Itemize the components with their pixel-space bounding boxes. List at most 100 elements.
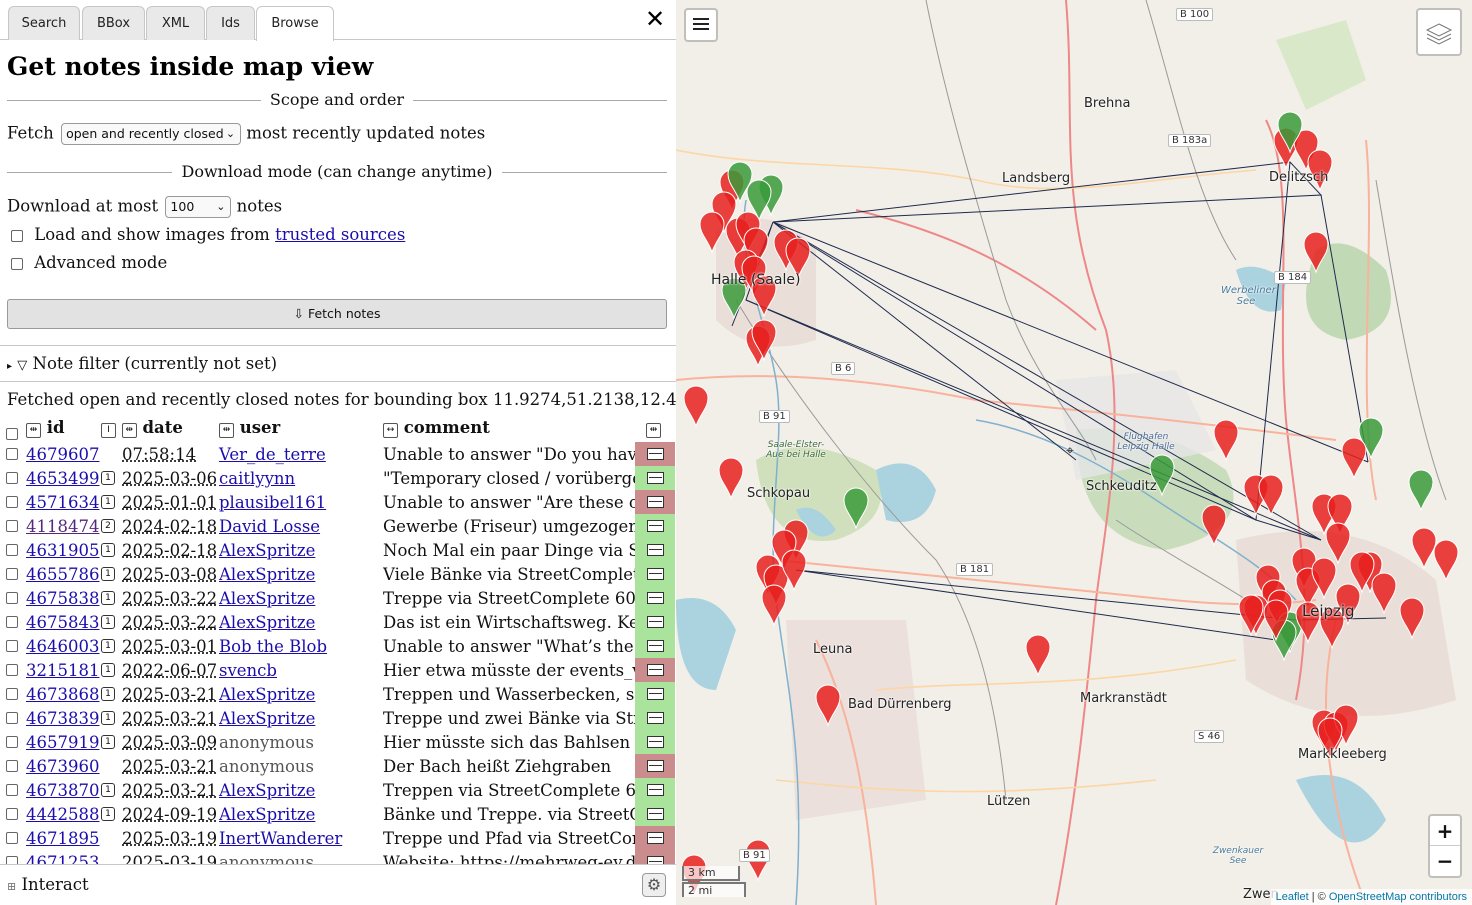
note-id-link[interactable]: 4671253	[26, 853, 100, 864]
note-status-cell[interactable]	[635, 490, 675, 514]
table-row[interactable]: 4442588 1 2024-09-19 AlexSpritze Bänke und T…	[0, 802, 676, 826]
fetch-scope-select[interactable]: open and recently closed ⌄	[61, 123, 242, 145]
zoom-out-button[interactable]: −	[1430, 846, 1460, 876]
osm-link[interactable]: OpenStreetMap contributors	[1329, 891, 1467, 903]
note-id-link[interactable]: 3215181	[26, 661, 100, 680]
open-note-marker[interactable]	[1411, 527, 1437, 570]
leaflet-link[interactable]: Leaflet	[1276, 891, 1309, 903]
note-id-link[interactable]: 4675843	[26, 613, 100, 632]
collapse-column-icon[interactable]: ⇹	[646, 423, 661, 438]
note-status-cell[interactable]	[635, 514, 675, 538]
note-user-link[interactable]: AlexSpritze	[219, 541, 315, 560]
note-status-cell[interactable]	[635, 562, 675, 586]
note-status-cell[interactable]	[635, 442, 675, 466]
closed-note-marker[interactable]	[1408, 469, 1434, 512]
expand-column-icon[interactable]: ↔	[383, 423, 398, 438]
table-row[interactable]: 4673870 1 2025-03-21 AlexSpritze Treppen via…	[0, 778, 676, 802]
row-checkbox[interactable]	[6, 712, 18, 724]
note-user-link[interactable]: David Losse	[219, 517, 320, 536]
trusted-sources-link[interactable]: trusted sources	[275, 225, 405, 244]
table-row[interactable]: 4571634 1 2025-01-01 plausibel161 Unable to …	[0, 490, 676, 514]
interact-summary[interactable]: ⊞ Interact	[7, 875, 89, 894]
expand-column-icon[interactable]: I	[101, 423, 116, 438]
fetch-notes-button[interactable]: ⇩ Fetch notes	[7, 299, 667, 329]
note-user-link[interactable]: AlexSpritze	[219, 685, 315, 704]
note-status-cell[interactable]	[635, 754, 675, 778]
tab-search[interactable]: Search	[8, 6, 80, 40]
download-limit-select[interactable]: 100 ⌄	[165, 196, 232, 218]
open-note-marker[interactable]	[761, 584, 787, 627]
note-status-cell[interactable]	[635, 634, 675, 658]
note-status-cell[interactable]	[635, 826, 675, 850]
row-checkbox[interactable]	[6, 856, 18, 864]
note-user-link[interactable]: AlexSpritze	[219, 805, 315, 824]
row-checkbox[interactable]	[6, 784, 18, 796]
row-checkbox[interactable]	[6, 592, 18, 604]
row-checkbox[interactable]	[6, 544, 18, 556]
collapse-column-icon[interactable]: ⇹	[121, 423, 137, 438]
menu-button[interactable]	[684, 8, 718, 42]
note-id-link[interactable]: 4673870	[26, 781, 100, 800]
note-status-cell[interactable]	[635, 706, 675, 730]
row-checkbox[interactable]	[6, 736, 18, 748]
advanced-mode-checkbox[interactable]	[11, 257, 23, 270]
map-view[interactable]: Brehna Landsberg Delitzsch Halle (Saale)…	[676, 0, 1472, 905]
table-row[interactable]: 3215181 1 2022-06-07 svencb Hier etwa müsste…	[0, 658, 676, 682]
table-row[interactable]: 4657919 1 2025-03-09 anonymous Hier müsste s…	[0, 730, 676, 754]
note-filter-summary[interactable]: ▸ ▽ Note filter (currently not set)	[7, 354, 277, 373]
open-note-marker[interactable]	[683, 385, 709, 428]
note-id-link[interactable]: 4657919	[26, 733, 100, 752]
note-user-link[interactable]: caitlyynn	[219, 469, 295, 488]
close-panel-button[interactable]: ✕	[644, 7, 666, 31]
note-status-cell[interactable]	[635, 778, 675, 802]
note-user-link[interactable]: plausibel161	[219, 493, 326, 512]
row-checkbox[interactable]	[6, 496, 18, 508]
select-all-checkbox[interactable]	[6, 423, 18, 442]
table-row[interactable]: 4646003 1 2025-03-01 Bob the Blob Unable to …	[0, 634, 676, 658]
note-user-link[interactable]: AlexSpritze	[219, 709, 315, 728]
note-user-link[interactable]: AlexSpritze	[219, 589, 315, 608]
note-user-link[interactable]: Bob the Blob	[219, 637, 327, 656]
table-row[interactable]: 4675838 1 2025-03-22 AlexSpritze Treppe via …	[0, 586, 676, 610]
row-checkbox[interactable]	[6, 640, 18, 652]
note-id-link[interactable]: 4646003	[26, 637, 100, 656]
open-note-marker[interactable]	[1201, 504, 1227, 547]
note-id-link[interactable]: 4118474	[26, 517, 100, 536]
note-id-link[interactable]: 4571634	[26, 493, 100, 512]
note-status-cell[interactable]	[635, 538, 675, 562]
note-user-link[interactable]: Ver_de_terre	[219, 445, 326, 464]
open-note-marker[interactable]	[1025, 634, 1051, 677]
open-note-marker[interactable]	[1433, 539, 1459, 582]
table-row[interactable]: 4671895 2025-03-19 InertWanderer Treppe und…	[0, 826, 676, 850]
table-row[interactable]: 4673839 1 2025-03-21 AlexSpritze Treppe und …	[0, 706, 676, 730]
images-checkbox[interactable]	[11, 229, 23, 242]
open-note-marker[interactable]	[1341, 437, 1367, 480]
tab-bbox[interactable]: BBox	[82, 6, 145, 40]
open-note-marker[interactable]	[1258, 474, 1284, 517]
layers-button[interactable]	[1416, 8, 1462, 56]
tab-xml[interactable]: XML	[146, 6, 205, 40]
note-user-link[interactable]: InertWanderer	[219, 829, 342, 848]
note-status-cell[interactable]	[635, 586, 675, 610]
table-row[interactable]: 4118474 2 2024-02-18 David Losse Gewerbe (Fr…	[0, 514, 676, 538]
table-row[interactable]: 4673960 2025-03-21 anonymous Der Bach heißt…	[0, 754, 676, 778]
note-id-link[interactable]: 4655786	[26, 565, 100, 584]
row-checkbox[interactable]	[6, 760, 18, 772]
note-id-link[interactable]: 4675838	[26, 589, 100, 608]
table-row[interactable]: 4675843 1 2025-03-22 AlexSpritze Das ist ein…	[0, 610, 676, 634]
collapse-column-icon[interactable]: ⇹	[219, 423, 234, 438]
row-checkbox[interactable]	[6, 664, 18, 676]
note-id-link[interactable]: 4673960	[26, 757, 100, 776]
tab-ids[interactable]: Ids	[206, 6, 255, 40]
open-note-marker[interactable]	[1213, 419, 1239, 462]
table-row[interactable]: 4655786 1 2025-03-08 AlexSpritze Viele Bänke…	[0, 562, 676, 586]
note-id-link[interactable]: 4442588	[26, 805, 100, 824]
open-note-marker[interactable]	[718, 457, 744, 500]
collapse-column-icon[interactable]: ⇹	[26, 423, 41, 438]
row-checkbox[interactable]	[6, 688, 18, 700]
table-row[interactable]: 4653499 1 2025-03-06 caitlyynn "Temporary cl…	[0, 466, 676, 490]
note-status-cell[interactable]	[635, 682, 675, 706]
row-checkbox[interactable]	[6, 448, 18, 460]
gear-icon[interactable]: ⚙	[642, 873, 666, 897]
note-user-link[interactable]: AlexSpritze	[219, 781, 315, 800]
